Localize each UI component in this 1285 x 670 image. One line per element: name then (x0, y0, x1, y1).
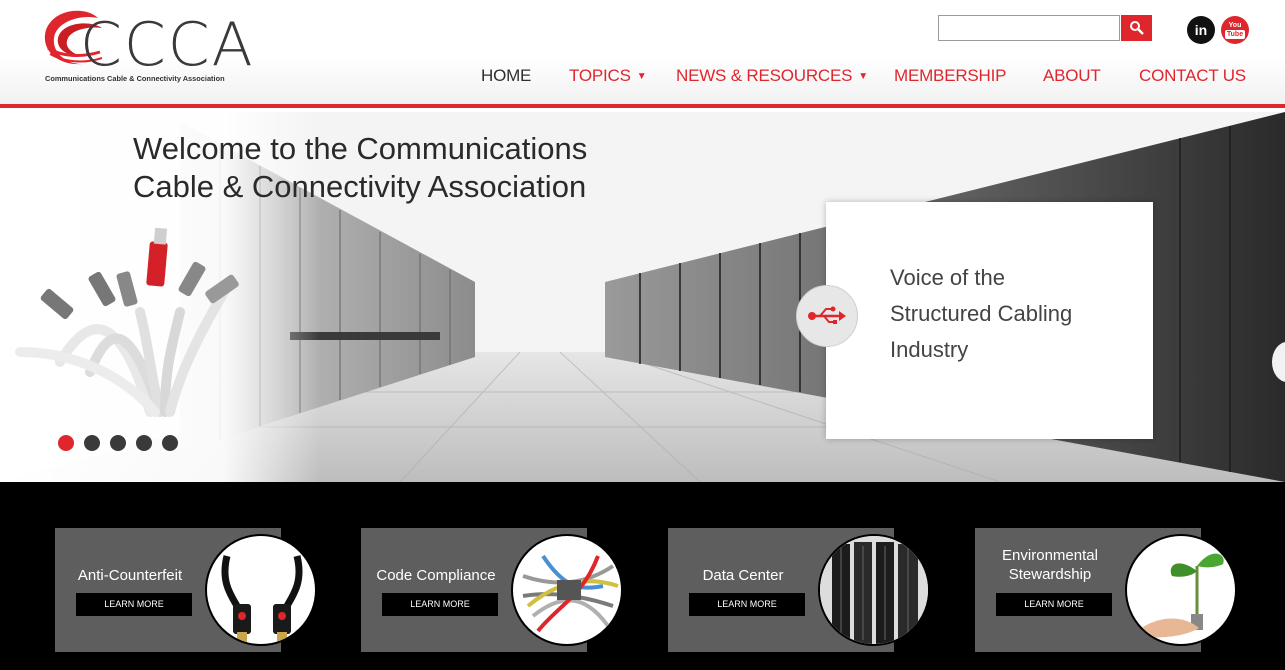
category-title-line: Code Compliance (376, 567, 496, 584)
nav-contact-us[interactable]: CONTACT US (1139, 66, 1246, 86)
plant-sprout-icon (1125, 534, 1237, 646)
hero-tagline-card: Voice of the Structured Cabling Industry (826, 202, 1153, 439)
slider-dot[interactable] (110, 435, 126, 451)
category-bar: Anti-Counterfeit LEARN MORE Code Complia… (0, 482, 1285, 670)
hero-tagline-line3: Industry (890, 337, 969, 362)
chevron-down-icon: ▼ (636, 71, 647, 82)
hero-tagline: Voice of the Structured Cabling Industry (890, 260, 1140, 368)
hero-title: Welcome to the Communications Cable & Co… (133, 130, 693, 206)
learn-more-button[interactable]: LEARN MORE (689, 593, 805, 616)
chevron-down-icon: ▼ (858, 71, 868, 82)
youtube-glyph-top: You (1228, 21, 1242, 29)
category-title-line: Environmental (1002, 547, 1098, 564)
category-title-line: Anti-Counterfeit (77, 567, 183, 584)
category-title: Environmental Stewardship (975, 546, 1125, 584)
category-title-line: Data Center (702, 567, 784, 584)
slider-dot[interactable] (58, 435, 74, 451)
category-card-environmental-stewardship[interactable]: Environmental Stewardship LEARN MORE (975, 528, 1237, 652)
category-title: Anti-Counterfeit (55, 566, 205, 585)
search-input[interactable] (938, 15, 1120, 41)
youtube-glyph-bottom: Tube (1224, 29, 1246, 39)
category-title: Data Center (668, 566, 818, 585)
learn-more-button[interactable]: LEARN MORE (382, 593, 498, 616)
nav-home[interactable]: HOME (481, 66, 531, 86)
slider-dot[interactable] (136, 435, 152, 451)
learn-more-button[interactable]: LEARN MORE (996, 593, 1112, 616)
category-card-anti-counterfeit[interactable]: Anti-Counterfeit LEARN MORE (55, 528, 317, 652)
hero-title-line1: Welcome to the Communications (133, 131, 588, 166)
category-title-line: Stewardship (1008, 566, 1092, 583)
server-racks-icon (818, 534, 930, 646)
youtube-icon[interactable]: You Tube (1221, 16, 1249, 44)
nav-about[interactable]: ABOUT (1043, 66, 1101, 86)
hero-tagline-line2: Structured Cabling (890, 301, 1073, 326)
nav-home-label: HOME (481, 66, 532, 85)
nav-topics[interactable]: TOPICS ▼ (569, 66, 647, 86)
nav-about-label: ABOUT (1043, 66, 1101, 85)
usb-badge (796, 285, 858, 347)
nav-membership[interactable]: MEMBERSHIP (894, 66, 1006, 86)
hero-title-line2: Cable & Connectivity Association (133, 169, 587, 204)
linkedin-glyph: in (1194, 22, 1208, 38)
slider-dot[interactable] (162, 435, 178, 451)
nav-news-resources[interactable]: NEWS & RESOURCES ▼ (676, 66, 868, 86)
cable-bundle-icon (511, 534, 623, 646)
search-button[interactable] (1121, 15, 1152, 41)
nav-topics-label: TOPICS (569, 66, 631, 85)
learn-more-button[interactable]: LEARN MORE (76, 593, 192, 616)
slider-dot[interactable] (84, 435, 100, 451)
main-nav: HOME TOPICS ▼ NEWS & RESOURCES ▼ MEMBERSHI… (0, 66, 1285, 96)
search-icon (1129, 21, 1144, 35)
hero-slider[interactable]: Welcome to the Communications Cable & Co… (0, 112, 1285, 482)
category-card-data-center[interactable]: Data Center LEARN MORE (668, 528, 930, 652)
slider-pagination (58, 435, 178, 451)
nav-membership-label: MEMBERSHIP (894, 66, 1007, 85)
linkedin-icon[interactable]: in (1187, 16, 1215, 44)
site-header: CCCA Communications Cable & Connectivity… (0, 0, 1285, 108)
hdmi-cables-icon (205, 534, 317, 646)
nav-contact-label: CONTACT US (1139, 66, 1246, 85)
category-title: Code Compliance (361, 566, 511, 585)
usb-icon (808, 306, 846, 324)
hero-tagline-line1: Voice of the (890, 265, 1005, 290)
nav-news-label: NEWS & RESOURCES (676, 66, 853, 85)
category-card-code-compliance[interactable]: Code Compliance LEARN MORE (361, 528, 623, 652)
